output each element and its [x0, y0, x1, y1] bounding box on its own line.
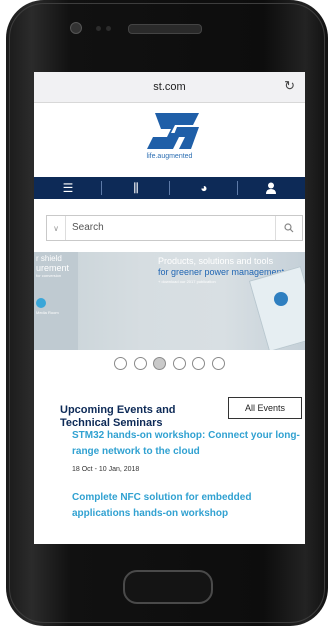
- search-box: ∨ Search: [46, 215, 303, 241]
- screen: st.com ↻ life.augmented ☰ ⫼ ◕ ∨ Search r…: [34, 72, 305, 544]
- main-nav: ☰ ⫼ ◕: [34, 177, 305, 199]
- carousel-dot[interactable]: [172, 357, 186, 370]
- phone-frame: st.com ↻ life.augmented ☰ ⫼ ◕ ∨ Search r…: [0, 0, 333, 628]
- banner-product-image: [248, 265, 305, 350]
- banner-headline: Products, solutions and tools: [158, 256, 274, 266]
- home-button[interactable]: [123, 570, 213, 604]
- media-room-icon: [36, 298, 46, 308]
- carousel-dot[interactable]: [211, 357, 225, 370]
- banner-left-text: r shield: [36, 254, 62, 263]
- previous-slide-preview[interactable]: r shield urement for conversion Media Ro…: [34, 252, 78, 350]
- search-input[interactable]: Search: [72, 222, 104, 233]
- nav-divider: [237, 181, 238, 195]
- carousel-dot[interactable]: [192, 357, 206, 370]
- reload-icon[interactable]: ↻: [284, 78, 295, 94]
- site-header: life.augmented: [34, 103, 305, 177]
- proximity-sensor: [96, 26, 101, 31]
- hero-carousel-slide[interactable]: r shield urement for conversion Media Ro…: [34, 252, 305, 350]
- carousel-dot[interactable]: [114, 357, 128, 370]
- banner-left-text: for conversion: [36, 273, 62, 278]
- menu-icon[interactable]: ☰: [38, 177, 98, 199]
- user-icon[interactable]: [241, 177, 301, 199]
- banner-left-text: Media Room: [36, 310, 59, 315]
- carousel-dot[interactable]: [133, 357, 147, 370]
- url-text[interactable]: st.com: [34, 81, 305, 93]
- sliders-icon[interactable]: ⫼: [106, 177, 166, 199]
- carousel-dot-active[interactable]: [153, 357, 167, 370]
- search-icon[interactable]: [275, 216, 302, 240]
- event-date: 18 Oct - 10 Jan, 2018: [72, 466, 140, 473]
- tagline: life.augmented: [146, 153, 193, 160]
- event-link[interactable]: STM32 hands-on workshop: Connect your lo…: [72, 428, 300, 460]
- front-camera: [70, 22, 82, 34]
- events-heading: Upcoming Events and Technical Seminars: [60, 404, 176, 429]
- address-bar[interactable]: st.com ↻: [34, 72, 305, 103]
- chevron-down-icon[interactable]: ∨: [47, 216, 66, 240]
- light-sensor: [106, 26, 111, 31]
- earpiece-speaker: [128, 24, 202, 34]
- banner-chip-image: [274, 292, 288, 306]
- event-link[interactable]: Complete NFC solution for embedded appli…: [72, 490, 300, 522]
- nav-divider: [101, 181, 102, 195]
- banner-caption: + download our 2017 publication: [158, 279, 216, 284]
- banner-left-text: urement: [36, 263, 70, 273]
- st-logo[interactable]: [147, 111, 199, 149]
- globe-icon[interactable]: ◕: [174, 177, 234, 199]
- carousel-indicators: [34, 357, 305, 375]
- all-events-button[interactable]: All Events: [228, 397, 302, 419]
- nav-divider: [169, 181, 170, 195]
